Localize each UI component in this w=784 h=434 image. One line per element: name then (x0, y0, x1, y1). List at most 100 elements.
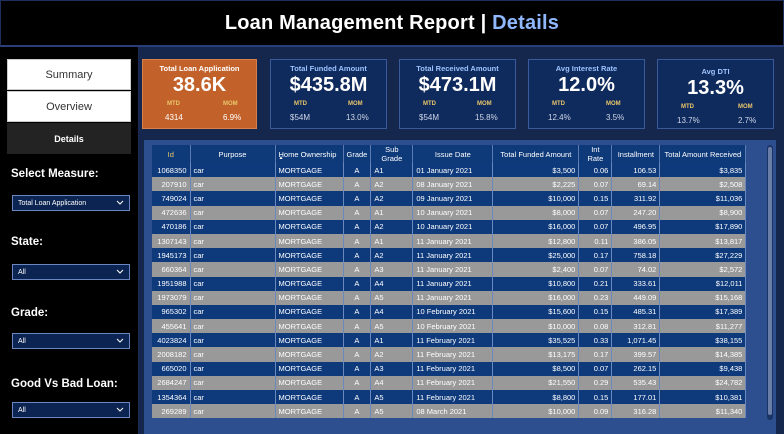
table-cell: 1068350 (152, 163, 191, 178)
table-cell: A5 (370, 319, 414, 334)
table-row[interactable]: 455641 car MORTGAGE A A5 10 February 2021 $10,… (152, 319, 747, 334)
state-select[interactable]: All (12, 264, 130, 280)
table-cell: 1354364 (152, 390, 191, 405)
column-header-total-funded-amount[interactable]: Total Funded Amount (492, 145, 580, 163)
table-cell: 311.92 (611, 191, 661, 206)
kpi-mtd-label: MTD (167, 101, 180, 107)
table-cell: 106.53 (611, 163, 661, 178)
table-cell: MORTGAGE (275, 375, 344, 390)
table-row[interactable]: 472636 car MORTGAGE A A1 10 January 2021 $8,00… (152, 205, 747, 220)
table-cell: MORTGAGE (275, 163, 344, 178)
table-cell: 09 January 2021 (412, 191, 494, 206)
table-scrollbar[interactable] (767, 145, 773, 420)
table-cell: $9,438 (659, 361, 747, 376)
details-table: Id Purpose Home Ownership ▲ Grade Sub Gr… (152, 145, 747, 419)
table-row[interactable]: 269289 car MORTGAGE A A5 08 March 2021 $10,000… (152, 404, 747, 419)
table-cell: A (343, 248, 372, 263)
table-cell: 11 February 2021 (412, 333, 494, 348)
table-cell: $8,800 (492, 390, 580, 405)
table-cell: $8,000 (492, 205, 580, 220)
table-cell: $10,000 (492, 404, 580, 419)
kpi-card-funded-amount: Total Funded Amount $435.8M MTD MOM $54M… (270, 59, 387, 129)
table-cell: $16,000 (492, 290, 580, 305)
kpi-mom-value: 2.7% (738, 116, 757, 125)
table-cell: 0.15 (578, 390, 613, 405)
column-header-issue-date[interactable]: Issue Date (412, 145, 494, 163)
table-cell: car (190, 290, 276, 305)
chevron-down-icon (116, 338, 124, 343)
table-cell: $35,525 (492, 333, 580, 348)
grade-select[interactable]: All (12, 333, 130, 349)
table-row[interactable]: 470186 car MORTGAGE A A2 10 January 2021 $16,0… (152, 219, 747, 234)
table-cell: A3 (370, 361, 414, 376)
table-cell: 0.07 (578, 262, 613, 277)
table-cell: MORTGAGE (275, 333, 344, 348)
table-row[interactable]: 1068350 car MORTGAGE A A1 01 January 2021 $3,5… (152, 163, 747, 178)
table-cell: 08 January 2021 (412, 177, 494, 192)
table-row[interactable]: 4023824 car MORTGAGE A A1 11 February 2021 $35… (152, 333, 747, 348)
scrollbar-thumb[interactable] (768, 147, 772, 415)
table-cell: 0.29 (578, 375, 613, 390)
column-header-id[interactable]: Id (152, 145, 191, 163)
chevron-down-icon (116, 200, 124, 205)
table-row[interactable]: 207910 car MORTGAGE A A2 08 January 2021 $2,22… (152, 177, 747, 192)
table-cell: 11 February 2021 (412, 390, 494, 405)
table-cell: $3,835 (659, 163, 747, 178)
loan-quality-select[interactable]: All (12, 402, 130, 418)
table-row[interactable]: 1354364 car MORTGAGE A A5 11 February 2021 $8,… (152, 390, 747, 405)
table-row[interactable]: 2684247 car MORTGAGE A A4 11 February 2021 $21… (152, 375, 747, 390)
table-cell: 11 February 2021 (412, 361, 494, 376)
table-cell: 333.61 (611, 276, 661, 291)
table-cell: 0.17 (578, 248, 613, 263)
table-row[interactable]: 965302 car MORTGAGE A A4 10 February 2021 $15,… (152, 304, 747, 320)
sidebar: Summary Overview Details Select Measure:… (0, 47, 139, 434)
kpi-mom-value: 13.0% (346, 113, 369, 122)
table-cell: MORTGAGE (275, 248, 344, 263)
table-cell: A (343, 390, 372, 405)
table-row[interactable]: 1973079 car MORTGAGE A A5 11 January 2021 $16,… (152, 290, 747, 305)
table-cell: A (343, 375, 372, 390)
table-cell: A4 (370, 375, 414, 390)
table-row[interactable]: 665020 car MORTGAGE A A3 11 February 2021 $8,5… (152, 361, 747, 376)
table-cell: 0.08 (578, 319, 613, 334)
table-cell: 455641 (152, 319, 191, 334)
table-cell: A (343, 333, 372, 348)
kpi-title: Avg DTI (701, 67, 730, 76)
nav-summary-button[interactable]: Summary (7, 59, 131, 90)
table-row[interactable]: 660364 car MORTGAGE A A3 11 January 2021 $2,40… (152, 262, 747, 277)
table-cell: car (190, 347, 276, 362)
table-cell: 74.02 (611, 262, 661, 277)
measure-select[interactable]: Total Loan Application (12, 195, 130, 211)
column-header-grade[interactable]: Grade (343, 145, 372, 163)
table-cell: 535.43 (611, 375, 661, 390)
table-row[interactable]: 2008182 car MORTGAGE A A2 11 February 2021 $13… (152, 347, 747, 362)
table-cell: MORTGAGE (275, 177, 344, 192)
table-cell: 01 January 2021 (412, 163, 494, 178)
table-cell: A (343, 191, 372, 206)
table-cell: 449.09 (611, 290, 661, 305)
table-body: 1068350 car MORTGAGE A A1 01 January 2021 $3,5… (152, 163, 747, 419)
table-row[interactable]: 1307143 car MORTGAGE A A1 11 January 2021 $12,… (152, 233, 747, 249)
table-cell: 69.14 (611, 177, 661, 192)
nav-overview-button[interactable]: Overview (7, 91, 131, 122)
table-row[interactable]: 1945173 car MORTGAGE A A2 11 January 2021 $25,… (152, 248, 747, 263)
column-header-int-rate[interactable]: Int Rate (578, 145, 613, 163)
title-separator: | (474, 11, 493, 34)
column-header-home-ownership[interactable]: Home Ownership ▲ (275, 145, 344, 163)
kpi-mom-label: MOM (477, 101, 492, 107)
table-cell: $13,175 (492, 347, 580, 362)
table-row[interactable]: 1951988 car MORTGAGE A A4 11 January 2021 $10,… (152, 276, 747, 291)
table-cell: 312.81 (611, 319, 661, 334)
table-cell: car (190, 191, 276, 206)
table-cell: car (190, 248, 276, 263)
kpi-mom-label: MOM (606, 101, 621, 107)
column-header-total-amount-received[interactable]: Total Amount Received (659, 145, 747, 163)
column-header-sub-grade[interactable]: Sub Grade (370, 145, 414, 163)
table-cell: MORTGAGE (275, 290, 344, 305)
column-header-purpose[interactable]: Purpose (190, 145, 276, 163)
nav-details-button[interactable]: Details (7, 123, 131, 154)
table-cell: MORTGAGE (275, 276, 344, 291)
table-cell: car (190, 319, 276, 334)
column-header-installment[interactable]: Installment (611, 145, 661, 163)
table-row[interactable]: 749024 car MORTGAGE A A2 09 January 2021 $10,0… (152, 191, 747, 206)
